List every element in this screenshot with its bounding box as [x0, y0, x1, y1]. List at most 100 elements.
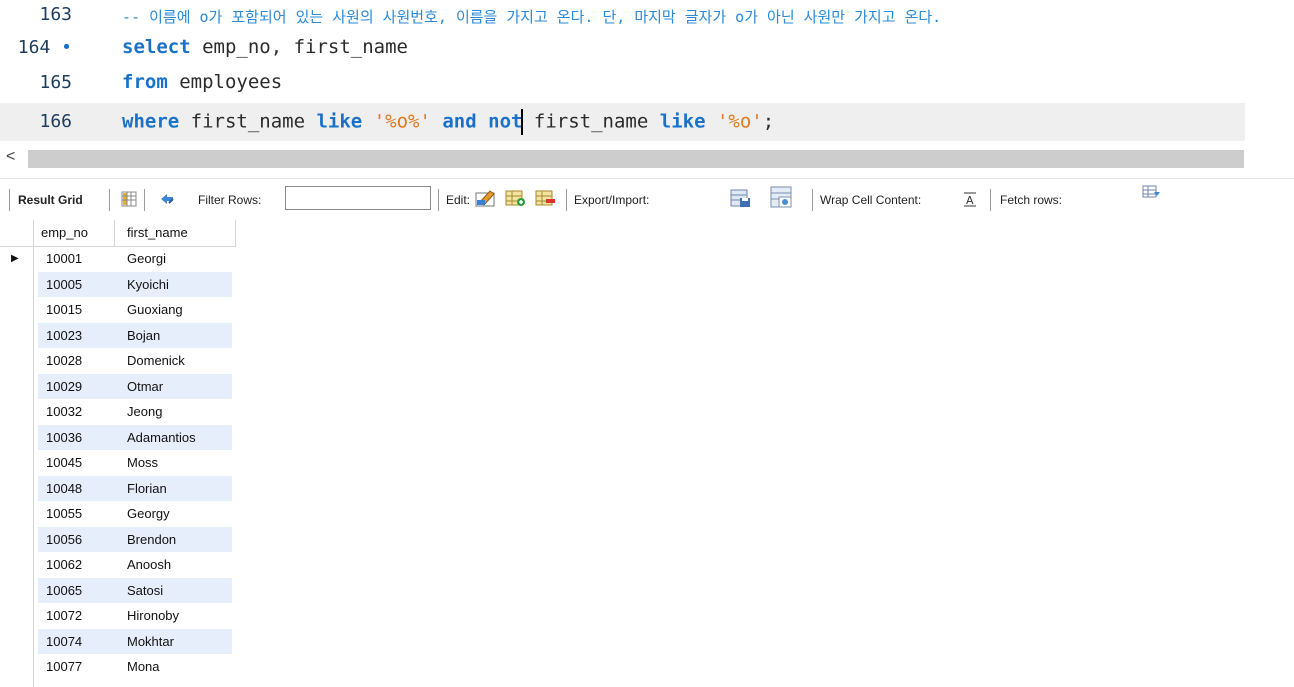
wrap-cell-label: Wrap Cell Content:: [820, 193, 922, 207]
separator: [566, 189, 567, 211]
line-number: 164 •: [17, 37, 72, 58]
cell-emp-no[interactable]: 10005: [46, 272, 82, 297]
cell-first-name[interactable]: Satosi: [127, 578, 163, 603]
editor-line-166[interactable]: 166 where first_name like '%o%' and not …: [0, 103, 1245, 141]
cell-first-name[interactable]: Hironoby: [127, 603, 179, 628]
sql-text: emp_no, first_name: [190, 36, 408, 58]
cell-emp-no[interactable]: 10074: [46, 629, 82, 654]
cell-first-name[interactable]: Georgi: [127, 246, 166, 271]
cell-first-name[interactable]: Guoxiang: [127, 297, 183, 322]
cell-emp-no[interactable]: 10077: [46, 654, 82, 679]
table-row[interactable]: 10015 Guoxiang: [0, 297, 236, 322]
editor-line-163[interactable]: 163 -- 이름에 o가 포함되어 있는 사원의 사원번호, 이름을 가지고 …: [0, 0, 1294, 34]
cell-first-name[interactable]: Georgy: [127, 501, 170, 526]
current-row-arrow-icon: ▶: [11, 253, 19, 264]
table-row[interactable]: 10074 Mokhtar: [0, 628, 236, 654]
filter-rows-input[interactable]: [285, 186, 431, 210]
cell-emp-no[interactable]: 10032: [46, 399, 82, 424]
cell-emp-no[interactable]: 10028: [46, 348, 82, 373]
cell-emp-no[interactable]: 10001: [46, 246, 82, 271]
wrap-text-icon[interactable]: A: [962, 191, 978, 207]
delete-row-icon[interactable]: [535, 188, 557, 208]
cell-emp-no[interactable]: 10029: [46, 374, 82, 399]
cell-emp-no[interactable]: 10072: [46, 603, 82, 628]
scroll-left-icon[interactable]: <: [6, 148, 15, 166]
editor-line-164[interactable]: 164 • select emp_no, first_name: [0, 30, 1294, 68]
cell-emp-no[interactable]: 10055: [46, 501, 82, 526]
fetch-rows-label: Fetch rows:: [1000, 193, 1063, 207]
edit-cell-icon[interactable]: [475, 188, 497, 208]
line-number: 165: [39, 72, 72, 93]
sql-text: employees: [167, 71, 283, 93]
cell-first-name[interactable]: Domenick: [127, 348, 185, 373]
table-row[interactable]: 10036 Adamantios: [0, 424, 236, 450]
sql-keyword: from: [122, 71, 168, 93]
separator: [438, 189, 439, 211]
separator: [812, 189, 813, 211]
sql-text: first_name: [179, 110, 317, 133]
result-grid[interactable]: emp_no first_name ▶ 10001 Georgi 10005 Kyoic…: [0, 220, 240, 687]
cell-emp-no[interactable]: 10015: [46, 297, 82, 322]
cell-emp-no[interactable]: 10048: [46, 476, 82, 501]
cell-first-name[interactable]: Mona: [127, 654, 160, 679]
sql-string: '%o': [716, 110, 763, 133]
table-row[interactable]: 10056 Brendon: [0, 526, 236, 552]
cell-first-name[interactable]: Florian: [127, 476, 167, 501]
grid-layout-icon[interactable]: [120, 190, 138, 208]
editor-line-165[interactable]: 165 from employees: [0, 65, 1294, 103]
cell-emp-no[interactable]: 10036: [46, 425, 82, 450]
refresh-icon[interactable]: [158, 190, 176, 208]
table-row[interactable]: 10062 Anoosh: [0, 552, 236, 577]
table-row[interactable]: 10077 Mona: [0, 654, 236, 679]
edit-label: Edit:: [446, 193, 471, 207]
sql-keyword: not: [488, 110, 523, 133]
cell-first-name[interactable]: Jeong: [127, 399, 162, 424]
table-row[interactable]: 10023 Bojan: [0, 322, 236, 348]
cell-first-name[interactable]: Moss: [127, 450, 158, 475]
sql-string: '%o%': [373, 110, 431, 133]
table-row[interactable]: 10045 Moss: [0, 450, 236, 475]
table-row[interactable]: ▶ 10001 Georgi: [0, 246, 236, 271]
table-row[interactable]: 10065 Satosi: [0, 577, 236, 603]
table-row[interactable]: 10055 Georgy: [0, 501, 236, 526]
horizontal-scrollbar[interactable]: <: [0, 148, 1294, 170]
fetch-rows-icon[interactable]: [1142, 184, 1162, 202]
table-row[interactable]: 10072 Hironoby: [0, 603, 236, 628]
cell-first-name[interactable]: Kyoichi: [127, 272, 169, 297]
cell-emp-no[interactable]: 10056: [46, 527, 82, 552]
table-row[interactable]: 10005 Kyoichi: [0, 271, 236, 297]
cell-emp-no[interactable]: 10062: [46, 552, 82, 577]
scroll-thumb[interactable]: [28, 150, 1244, 168]
separator: [144, 189, 145, 211]
cell-first-name[interactable]: Bojan: [127, 323, 160, 348]
result-grid-tab[interactable]: Result Grid: [18, 191, 83, 209]
cell-emp-no[interactable]: 10023: [46, 323, 82, 348]
cell-first-name[interactable]: Adamantios: [127, 425, 196, 450]
line-number: 166: [39, 111, 72, 132]
sql-keyword: like: [316, 110, 363, 133]
import-icon[interactable]: [770, 186, 794, 210]
row-indicator-header: [0, 220, 34, 246]
export-icon[interactable]: [730, 188, 752, 208]
table-row[interactable]: 10032 Jeong: [0, 399, 236, 424]
table-row[interactable]: 10029 Otmar: [0, 373, 236, 399]
sql-editor[interactable]: 163 -- 이름에 o가 포함되어 있는 사원의 사원번호, 이름을 가지고 …: [0, 0, 1294, 145]
separator: [109, 189, 110, 211]
separator: [9, 189, 10, 211]
column-header-first-name[interactable]: first_name: [116, 220, 236, 246]
table-row[interactable]: 10028 Domenick: [0, 348, 236, 373]
table-row[interactable]: 10048 Florian: [0, 475, 236, 501]
sql-keyword: select: [122, 36, 191, 58]
column-header-emp-no[interactable]: emp_no: [34, 220, 115, 246]
cell-first-name[interactable]: Anoosh: [127, 552, 171, 577]
svg-text:A: A: [966, 194, 974, 207]
line-number: 163: [39, 4, 72, 25]
cell-emp-no[interactable]: 10045: [46, 450, 82, 475]
cell-first-name[interactable]: Brendon: [127, 527, 176, 552]
add-row-icon[interactable]: [505, 188, 527, 208]
cell-first-name[interactable]: Mokhtar: [127, 629, 174, 654]
statement-marker-icon: •: [61, 37, 72, 58]
cell-emp-no[interactable]: 10065: [46, 578, 82, 603]
cell-first-name[interactable]: Otmar: [127, 374, 163, 399]
